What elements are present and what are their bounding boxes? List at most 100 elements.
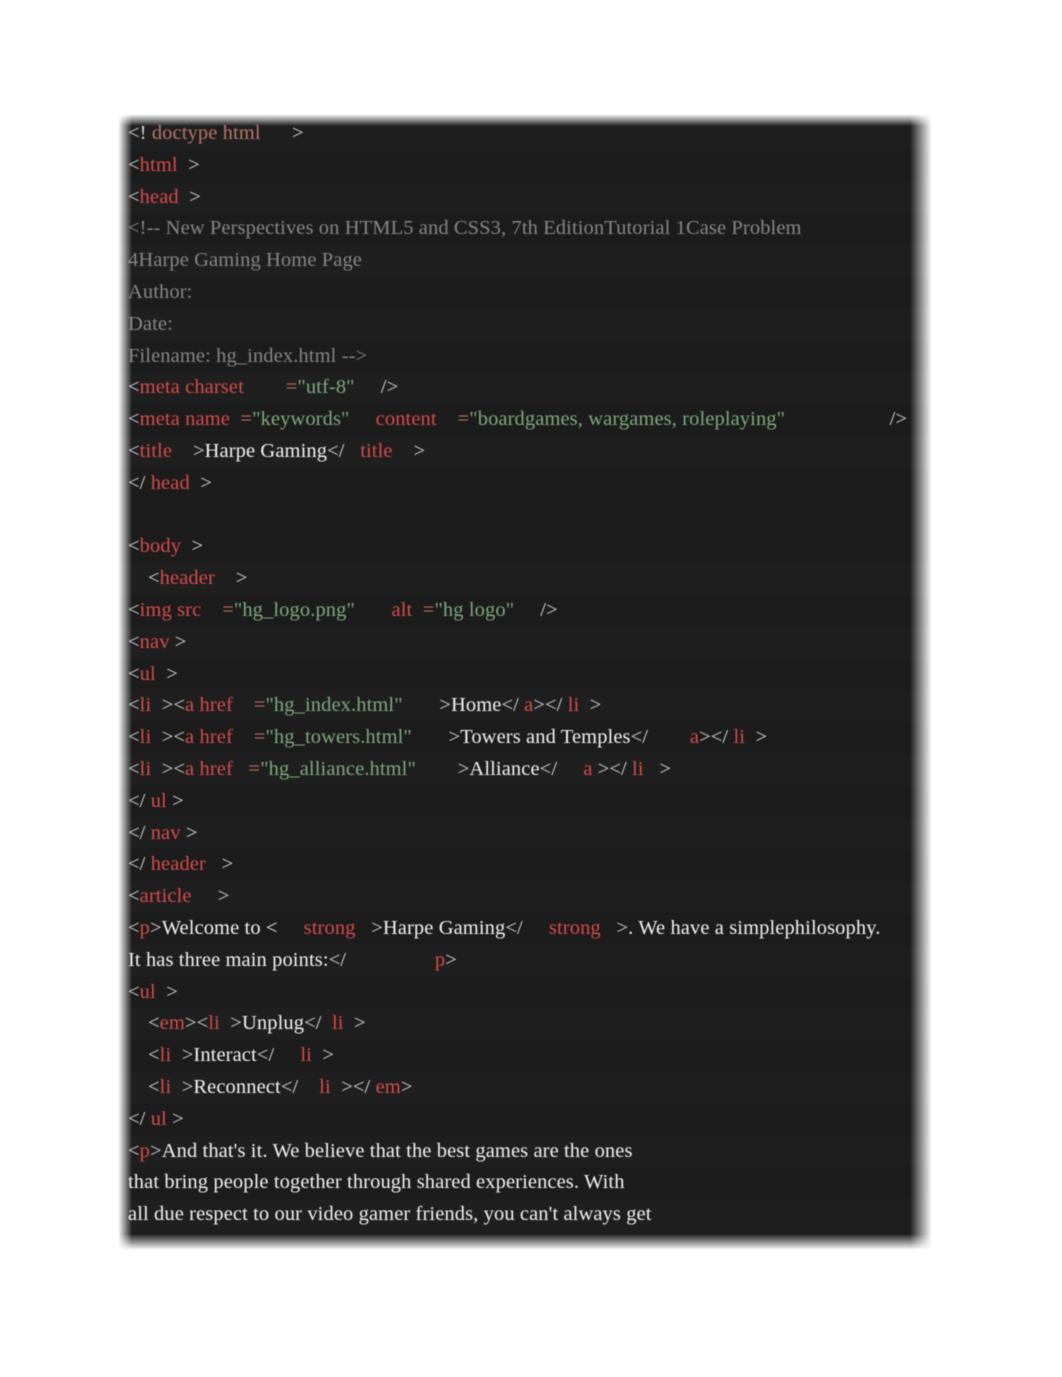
code-token-punc: > <box>177 153 200 176</box>
code-token-punc: > <box>205 853 234 876</box>
code-token-punc: </ <box>128 1107 146 1130</box>
code-line: <ul > <box>118 976 932 1009</box>
code-token-punc: < <box>128 662 140 685</box>
code-token-punc: </ <box>630 726 649 749</box>
code-token-val: "hg_towers.html" <box>265 726 412 749</box>
code-token-punc: > <box>219 1012 242 1035</box>
code-token-punc: < <box>148 567 160 590</box>
code-token-punc: > <box>260 122 304 144</box>
code-token-punc: > <box>392 439 426 462</box>
code-line: <li ><a href ="hg_index.html" >Home</ a>… <box>118 690 932 723</box>
code-token-tag: nav <box>139 630 170 653</box>
code-line: Filename: hg_index.html --> <box>118 340 932 373</box>
code-token-txt: Harpe Gaming <box>204 439 328 462</box>
code-token-txt: Towers and Temples <box>460 726 631 749</box>
code-token-punc: </ <box>328 948 347 971</box>
code-token-punc: < <box>128 757 140 780</box>
code-token-punc: > <box>214 567 248 590</box>
code-token-tag: header <box>145 853 206 876</box>
code-line: 4Harpe Gaming Home Page <box>118 245 932 277</box>
code-line: </ ul > <box>118 785 932 818</box>
code-token-punc: > <box>150 916 162 939</box>
code-token-tag: head <box>139 185 179 208</box>
code-token-val: "utf-8" <box>297 376 355 399</box>
code-token-comment: 4Harpe Gaming Home Page <box>128 249 362 272</box>
code-token-tag: strong <box>277 916 356 939</box>
code-token-tag: header <box>159 567 215 590</box>
code-token-punc: </ <box>539 757 558 780</box>
code-token-txt: Alliance <box>469 757 540 780</box>
code-token-tag: ul <box>139 662 156 685</box>
code-token-tag: body <box>139 535 182 558</box>
code-line: <head > <box>118 181 932 214</box>
code-line: <! doctype html > <box>118 118 932 150</box>
code-token-punc: </ <box>128 471 146 494</box>
code-token-punc: > <box>643 757 671 780</box>
code-token-txt: Harpe Gaming <box>382 916 506 939</box>
code-token-val: "hg logo" <box>434 598 515 621</box>
code-token-punc: > <box>189 471 212 494</box>
code-line: </ ul > <box>118 1103 932 1136</box>
code-token-punc: > <box>600 916 629 939</box>
code-token-punc: ></ <box>330 1075 371 1098</box>
code-token-punc: > <box>150 1139 162 1162</box>
code-token-tag: meta charset <box>139 376 244 399</box>
code-token-txt: Interact <box>193 1044 257 1067</box>
code-token-punc: /> <box>785 408 908 431</box>
code-token-tag: ul <box>145 789 167 812</box>
code-token-punc: > <box>169 630 187 653</box>
code-token-tag: li <box>208 1012 220 1035</box>
code-line: <title >Harpe Gaming</ title > <box>118 435 932 468</box>
code-token-punc: > <box>180 821 198 844</box>
code-line: Date: <box>118 308 932 341</box>
code-token-punc: < <box>128 535 140 558</box>
code-token-tag: li <box>298 1075 331 1098</box>
code-token-punc: > <box>181 535 204 558</box>
code-token-punc: > <box>400 1075 413 1098</box>
code-token-punc: > <box>355 916 383 939</box>
code-token-tag: li <box>626 757 644 780</box>
code-token-doctype: doctype html <box>146 122 261 144</box>
code-token-comment: <!-- New Perspectives on HTML5 and CSS3,… <box>128 217 802 240</box>
code-token-tag: li <box>159 1075 172 1098</box>
code-token-tag: li <box>139 726 152 749</box>
code-token-tag: li <box>728 726 746 749</box>
code-token-attr: content <box>375 408 437 431</box>
code-token-punc: </ <box>280 1075 299 1098</box>
code-token-punc: <! <box>128 122 147 144</box>
code-token-punc: > <box>155 980 178 1003</box>
code-token-txt: And that's it. We believe that the best … <box>161 1139 633 1162</box>
code-token-punc: > <box>402 694 451 717</box>
code-token-punc: > <box>445 948 457 971</box>
code-line: </ header > <box>118 849 932 882</box>
code-token-tag: html <box>139 153 178 176</box>
code-token-punc: > <box>415 757 470 780</box>
code-token-punc: < <box>128 1139 140 1162</box>
code-token-tag: a <box>648 726 700 749</box>
code-token-punc: < <box>128 885 140 908</box>
code-token-tag: li <box>321 1012 344 1035</box>
code-token-tag: meta name <box>139 408 230 431</box>
code-token-eq: = <box>229 408 253 431</box>
code-token-eq: = <box>412 598 435 621</box>
code-token-val: "boardgames, wargames, roleplaying" <box>469 408 786 431</box>
code-line: <html > <box>118 149 932 182</box>
code-line: </ nav > <box>118 817 932 850</box>
code-token-punc: > <box>155 662 178 685</box>
code-token-punc: </ <box>505 916 523 939</box>
code-token-punc: < <box>128 153 140 176</box>
code-line: It has three main points:</ p> <box>118 944 932 977</box>
code-token-punc: < <box>148 1012 160 1035</box>
code-token-tag: li <box>274 1044 312 1067</box>
code-token-txt: . We have a simplephilosophy. <box>628 916 881 939</box>
code-line: Author: <box>118 276 932 309</box>
code-token-tag: em <box>159 1012 185 1035</box>
code-token-tag: p <box>346 948 446 971</box>
code-token-txt: Home <box>450 694 502 717</box>
code-line: <em><li >Unplug</ li > <box>118 1008 932 1041</box>
code-token-punc: > <box>178 185 201 208</box>
code-line: <p>Welcome to < strong >Harpe Gaming</ s… <box>118 912 932 945</box>
code-line: all due respect to our video gamer frien… <box>118 1199 932 1231</box>
code-line: <nav > <box>118 626 932 659</box>
code-token-val: "hg_logo.png" <box>233 598 355 621</box>
